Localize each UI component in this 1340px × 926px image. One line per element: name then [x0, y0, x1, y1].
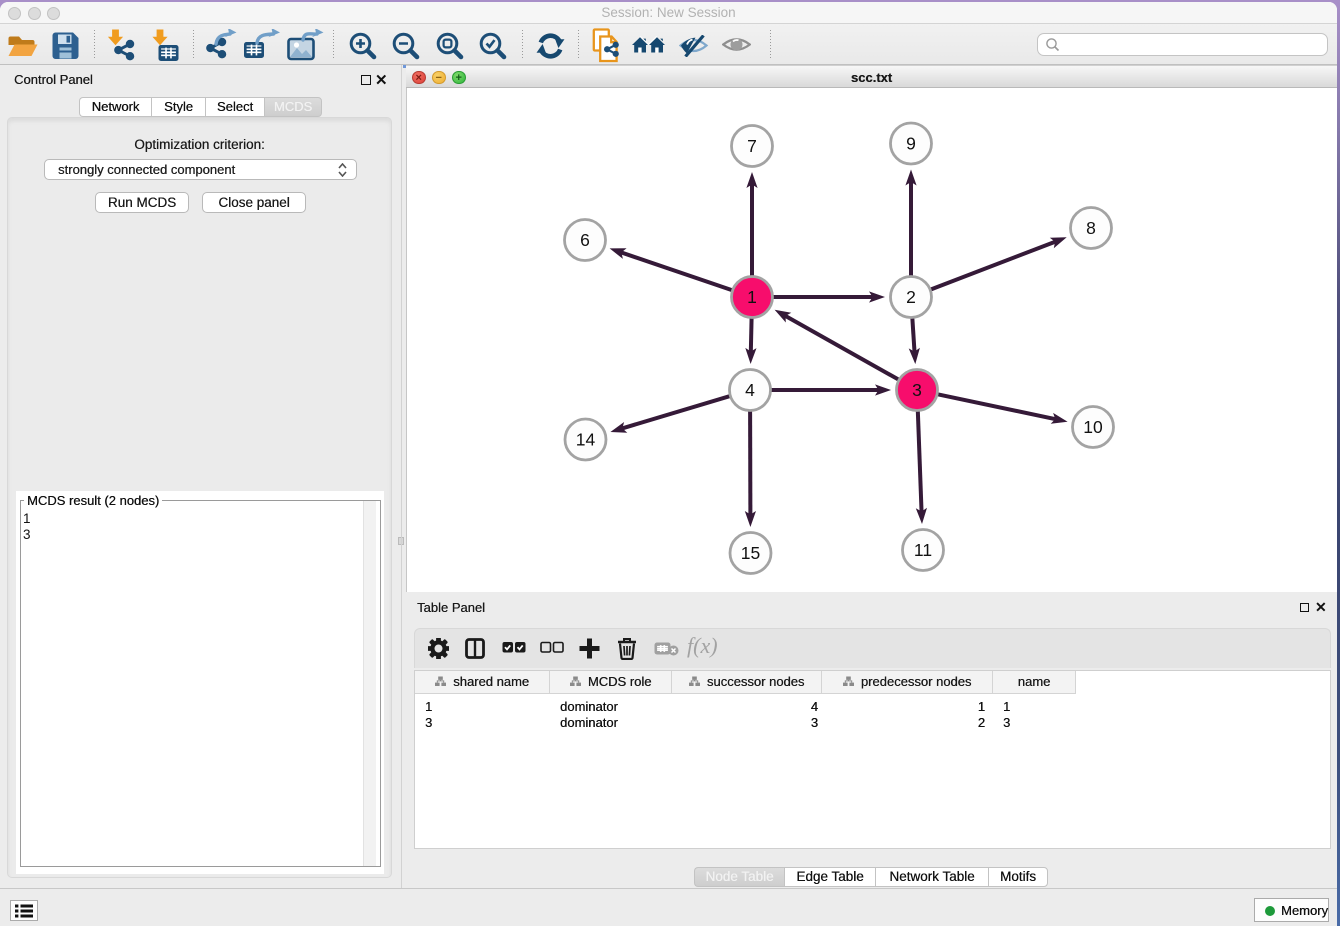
svg-text:1: 1	[747, 287, 757, 307]
svg-text:11: 11	[914, 540, 932, 560]
svg-text:9: 9	[906, 134, 916, 154]
svg-text:4: 4	[745, 380, 755, 400]
svg-text:14: 14	[576, 430, 596, 450]
svg-text:3: 3	[912, 380, 922, 400]
svg-text:2: 2	[906, 287, 916, 307]
svg-text:7: 7	[747, 136, 757, 156]
svg-text:15: 15	[741, 543, 760, 563]
svg-text:6: 6	[580, 230, 590, 250]
svg-text:8: 8	[1086, 218, 1096, 238]
svg-text:10: 10	[1083, 417, 1103, 437]
